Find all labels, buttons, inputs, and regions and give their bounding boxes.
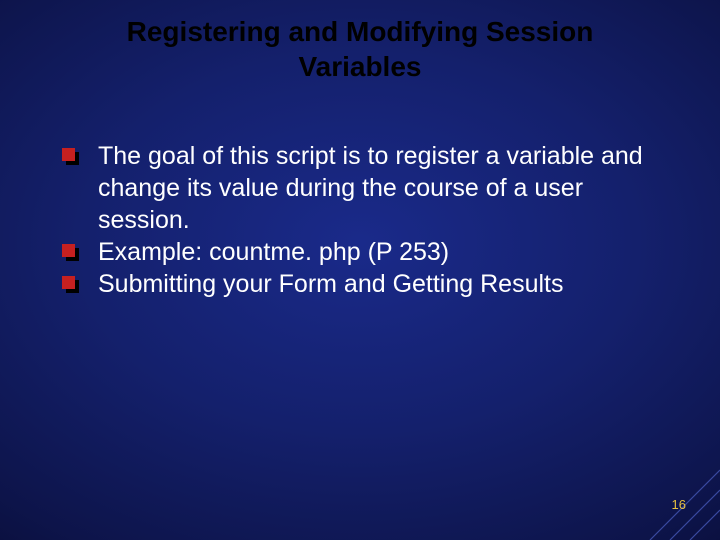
page-number: 16 [672, 497, 686, 512]
bullet-icon [62, 148, 76, 162]
list-item-text: Example: countme. php (P 253) [98, 238, 449, 266]
list-item-text: Submitting your Form and Getting Results [98, 270, 563, 298]
slide-title: Registering and Modifying Session Variab… [0, 14, 720, 84]
list-item: Example: countme. php (P 253) [62, 236, 670, 268]
slide: Registering and Modifying Session Variab… [0, 0, 720, 540]
list-item: The goal of this script is to register a… [62, 140, 670, 236]
slide-body: The goal of this script is to register a… [62, 140, 670, 300]
bullet-icon [62, 276, 76, 290]
bullet-icon [62, 244, 76, 258]
corner-decoration [600, 420, 720, 540]
list-item-text: The goal of this script is to register a… [98, 142, 643, 234]
list-item: Submitting your Form and Getting Results [62, 268, 670, 300]
